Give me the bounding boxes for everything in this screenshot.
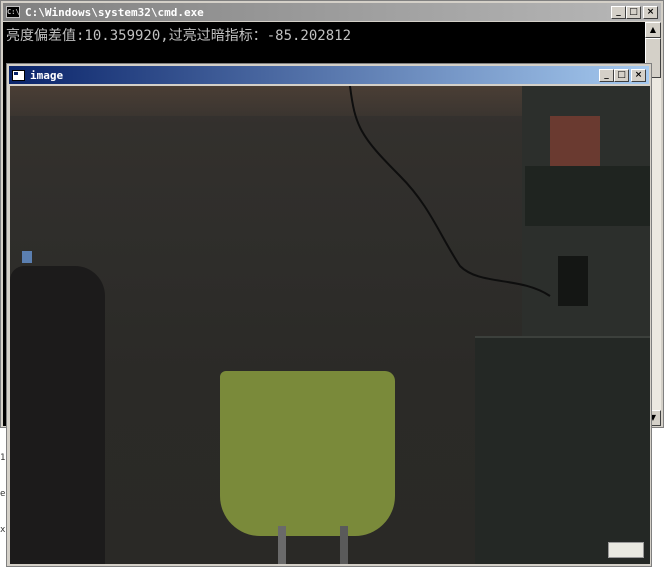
cmd-maximize-button[interactable]: □ — [626, 6, 641, 19]
cmd-window-controls: _ □ × — [611, 6, 658, 19]
cmd-app-icon: C:\ — [6, 6, 20, 18]
image-titlebar[interactable]: image _ □ × — [9, 66, 649, 84]
scene-green-chair — [220, 371, 395, 536]
image-window-title: image — [30, 68, 64, 82]
image-window[interactable]: image _ □ × — [6, 63, 652, 567]
image-window-icon — [12, 69, 25, 81]
cmd-minimize-button[interactable]: _ — [611, 6, 626, 19]
cmd-close-button[interactable]: × — [643, 6, 658, 19]
image-minimize-button[interactable]: _ — [599, 69, 614, 82]
scene-chair-leg — [278, 526, 286, 564]
watermark-logo — [608, 542, 644, 558]
cmd-titlebar[interactable]: C:\ C:\Windows\system32\cmd.exe _ □ × — [3, 3, 661, 21]
scene-dark-chair — [10, 266, 105, 564]
camera-image-canvas — [10, 86, 650, 564]
scene-blue-light — [22, 251, 32, 263]
console-output-line: 亮度偏差值:10.359920,过亮过暗指标：-85.202812 — [6, 28, 352, 44]
scroll-up-arrow-icon[interactable]: ▲ — [645, 22, 661, 38]
image-window-controls: _ □ × — [599, 69, 646, 82]
image-maximize-button[interactable]: □ — [614, 69, 629, 82]
cmd-window-title: C:\Windows\system32\cmd.exe — [25, 5, 204, 19]
image-close-button[interactable]: × — [631, 69, 646, 82]
scene-chair-leg — [340, 526, 348, 564]
